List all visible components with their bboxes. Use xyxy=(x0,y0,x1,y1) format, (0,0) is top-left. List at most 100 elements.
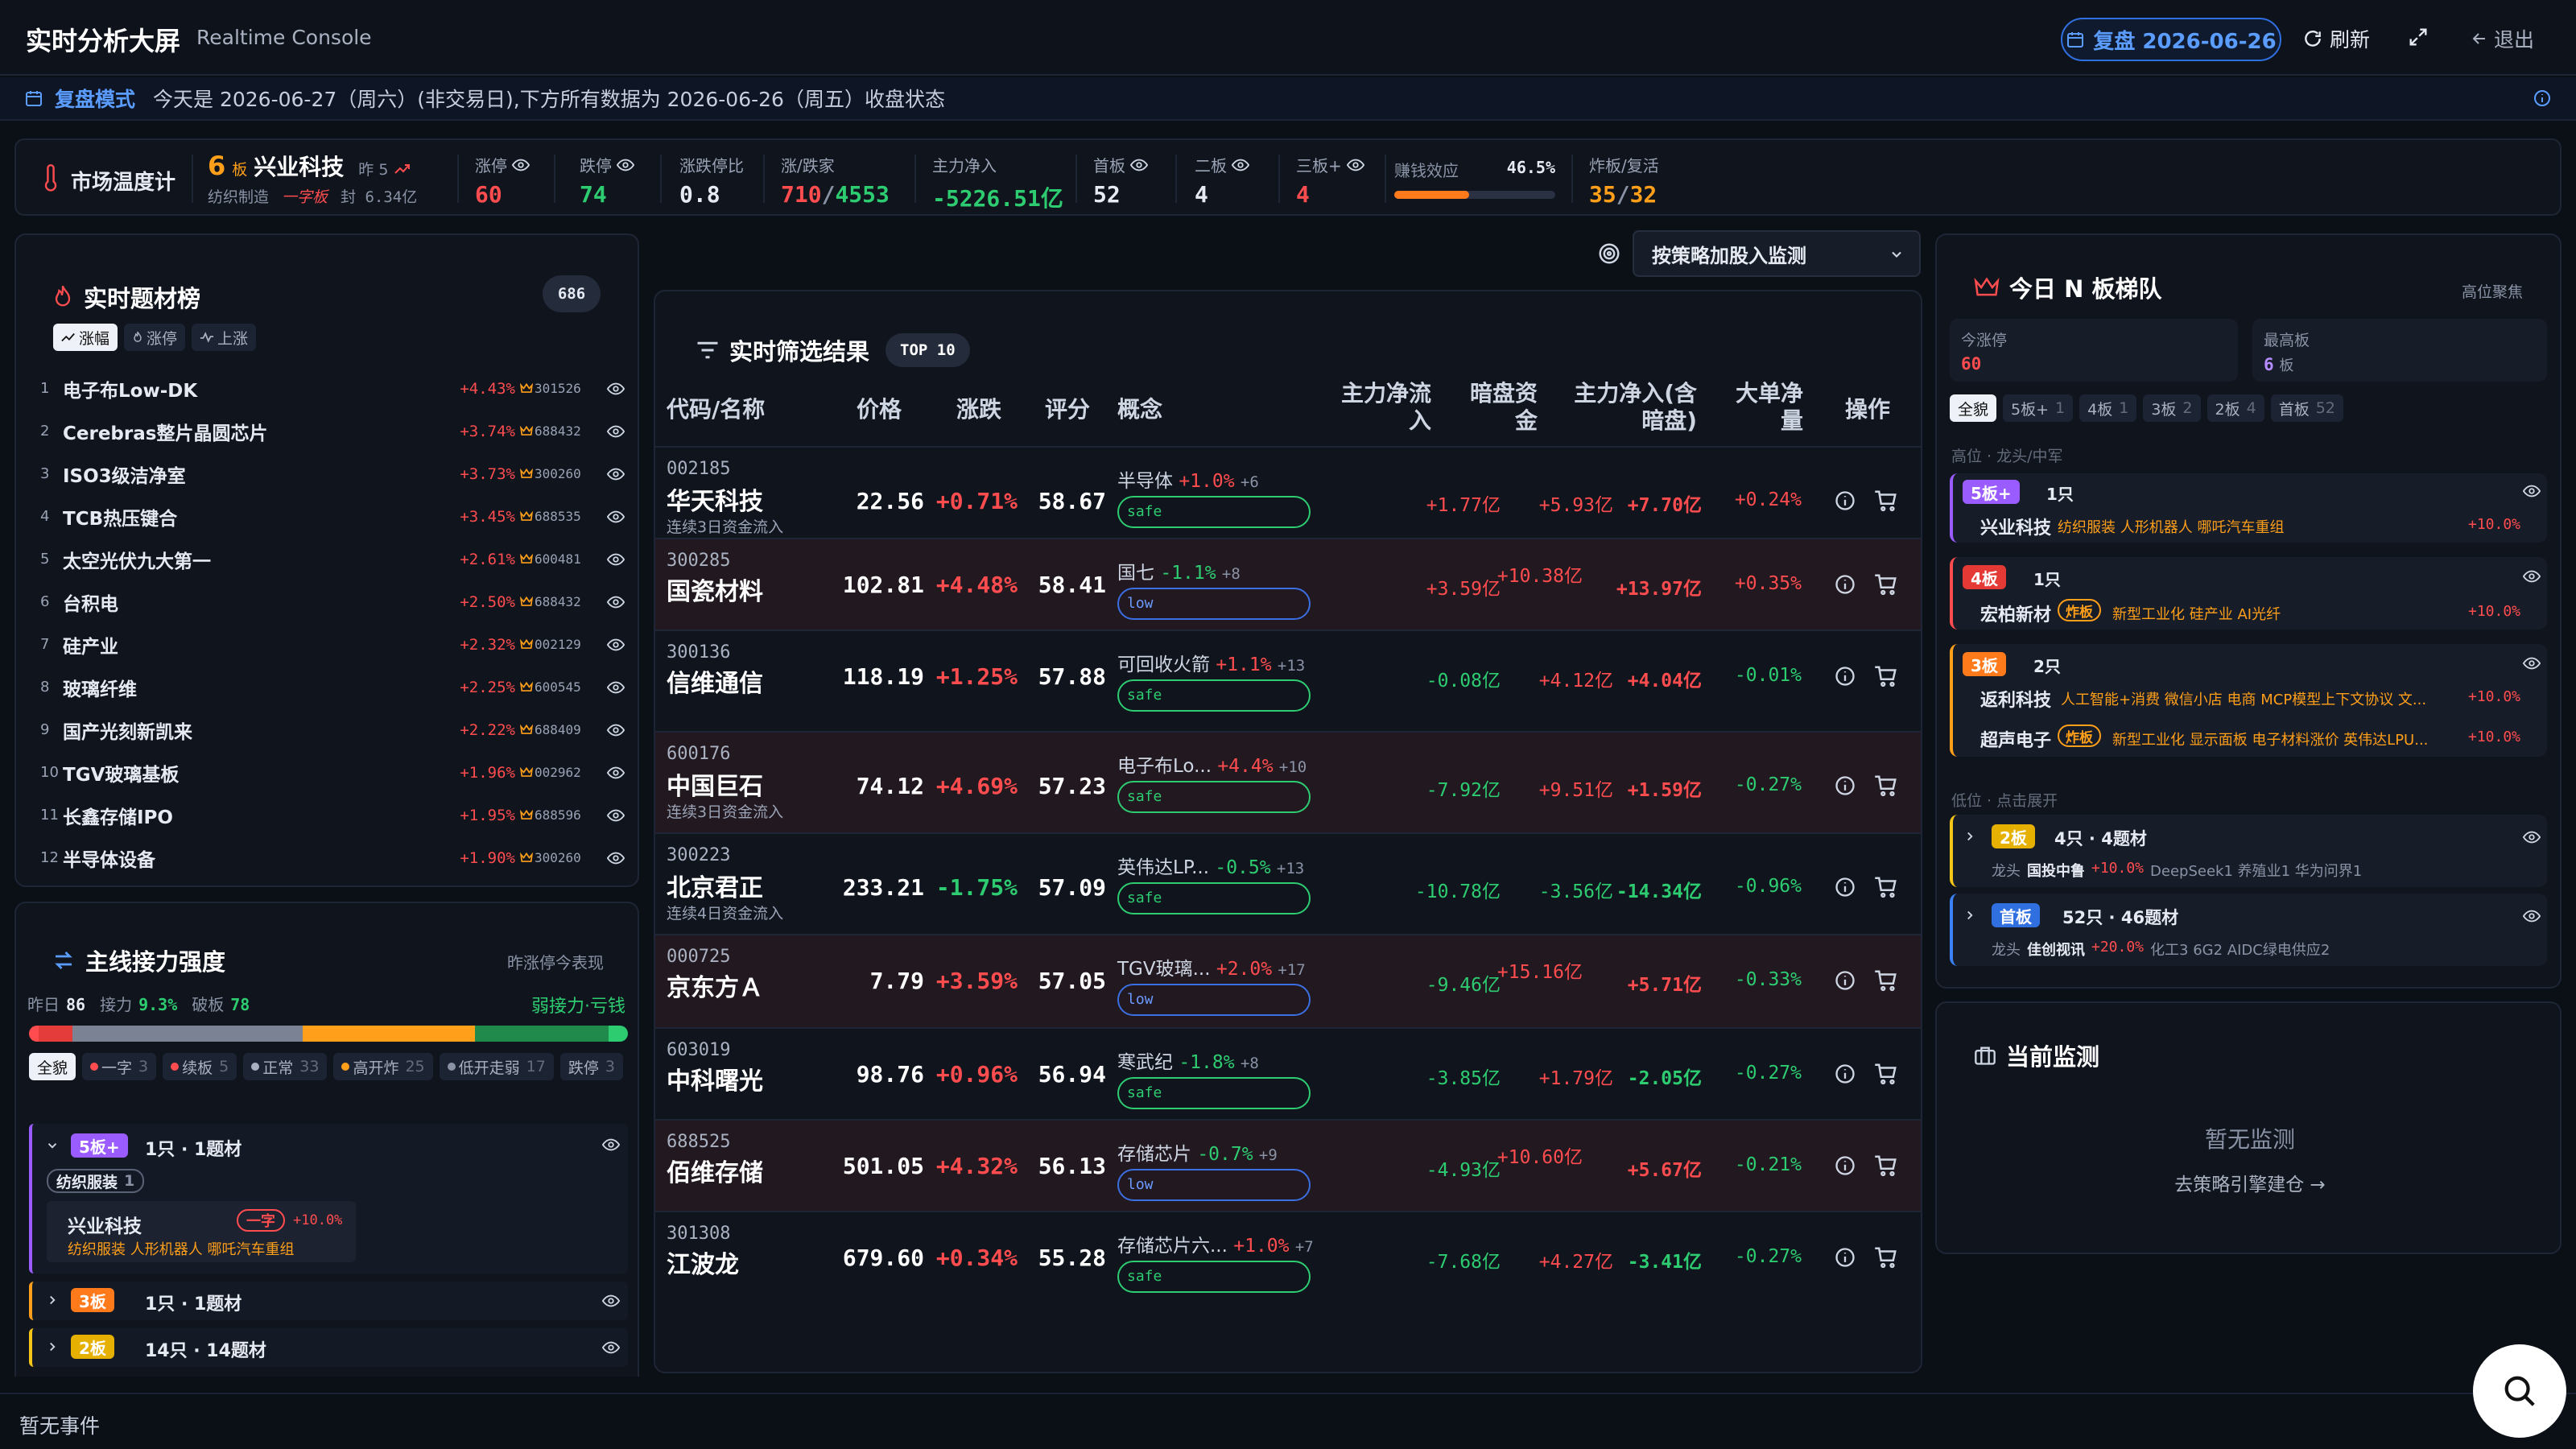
info-icon[interactable] xyxy=(1834,969,1856,992)
ladder-group-2[interactable]: 2板 4只 · 4题材 龙头 国投中鲁 +10.0% DeepSeek1 养殖业1 华… xyxy=(1950,815,2547,887)
ladder-stock-name[interactable]: 超声电子 xyxy=(1980,726,2051,752)
big-order-flow: -0.01% xyxy=(1734,665,1802,686)
ladder-tab[interactable]: 4板 1 xyxy=(2079,394,2137,422)
stock-change: +0.34% xyxy=(935,1245,1018,1271)
eye-icon[interactable] xyxy=(602,1341,620,1354)
stock-name[interactable]: 华天科技 xyxy=(667,481,763,517)
stock-name[interactable]: 中科曙光 xyxy=(667,1061,763,1096)
eye-icon[interactable] xyxy=(2523,831,2541,844)
info-icon[interactable] xyxy=(1834,1063,1856,1085)
stock-change: +1.25% xyxy=(935,663,1018,690)
ladder-leader-stock[interactable]: 佳创视讯 xyxy=(2027,939,2085,960)
cart-icon[interactable] xyxy=(1874,489,1898,512)
result-row[interactable]: 300223 北京君正 连续4日资金流入 233.21 -1.75% 57.09 英伟达LP… xyxy=(655,832,1921,934)
chevron-right-icon[interactable] xyxy=(1963,908,1977,923)
total-flow: +5.67亿 xyxy=(1627,1160,1702,1181)
result-row[interactable]: 300136 信维通信 118.19 +1.25% 57.88 可回收火箭 +1.1% +… xyxy=(655,630,1921,731)
concept-name: 寒武纪 xyxy=(1117,1052,1173,1073)
ladder-tab[interactable]: 2板 4 xyxy=(2207,394,2264,422)
monitor-link[interactable]: 去策略引擎建仓 → xyxy=(1937,1169,2560,1196)
stock-name[interactable]: 国瓷材料 xyxy=(667,572,763,607)
cart-icon[interactable] xyxy=(1874,1063,1898,1085)
big-order-flow: -0.27% xyxy=(1734,1246,1802,1267)
ladder-tab[interactable]: 全貌 xyxy=(1950,394,1997,422)
stock-name[interactable]: 信维通信 xyxy=(667,663,763,699)
info-icon[interactable] xyxy=(1834,489,1856,512)
ladder-stock-count: 4只 xyxy=(2054,829,2083,848)
ladder-group-4[interactable]: 4板 1只 宏柏新材 炸板 新型工业化 硅产业 AI光纤 +10.0% xyxy=(1950,557,2547,630)
stock-name[interactable]: 中国巨石 xyxy=(667,766,763,802)
stock-name[interactable]: 京东方Ａ xyxy=(667,968,763,1003)
ladder-tab[interactable]: 5板+ 1 xyxy=(2003,394,2074,422)
info-icon[interactable] xyxy=(1834,876,1856,898)
ladder-count: 4只 · 4题材 xyxy=(2054,829,2147,848)
result-row[interactable]: 688525 佰维存储 501.05 +4.32% 56.13 存储芯片 -0.7% +9… xyxy=(655,1119,1921,1211)
total-flow: +4.04亿 xyxy=(1627,671,1702,691)
stock-code: 300136 xyxy=(667,642,731,663)
ladder-theme-count: 46题材 xyxy=(2120,908,2179,927)
info-icon[interactable] xyxy=(1834,665,1856,687)
result-row[interactable]: 301308 江波龙 679.60 +0.34% 55.28 存储芯片六... +1.0%… xyxy=(655,1211,1921,1298)
ladder-broken-tag: 炸板 xyxy=(2058,724,2101,747)
eye-icon[interactable] xyxy=(2523,570,2541,583)
search-button[interactable] xyxy=(2473,1344,2566,1438)
cart-icon[interactable] xyxy=(1874,665,1898,687)
chevron-right-icon[interactable] xyxy=(1963,829,1977,844)
info-icon[interactable] xyxy=(1834,573,1856,596)
cart-icon[interactable] xyxy=(1874,573,1898,596)
info-icon[interactable] xyxy=(1834,1246,1856,1269)
ladder-tab[interactable]: 3板 2 xyxy=(2143,394,2201,422)
result-row[interactable]: 603019 中科曙光 98.76 +0.96% 56.94 寒武纪 -1.8% +8 sa… xyxy=(655,1027,1921,1119)
result-row[interactable]: 000725 京东方Ａ 7.79 +3.59% 57.05 TGV玻璃... +2.0% … xyxy=(655,934,1921,1027)
ladder-stock-name[interactable]: 兴业科技 xyxy=(1980,514,2051,539)
big-order-flow: -0.96% xyxy=(1734,876,1802,897)
stock-change: +0.96% xyxy=(935,1061,1018,1088)
eye-icon[interactable] xyxy=(2523,657,2541,670)
relay-group-2[interactable]: 2板 14只 · 14题材 xyxy=(29,1328,628,1367)
cart-icon[interactable] xyxy=(1874,876,1898,898)
event-bar: 暂无事件 xyxy=(0,1393,2576,1449)
eye-icon[interactable] xyxy=(2523,910,2541,923)
result-row[interactable]: 600176 中国巨石 连续3日资金流入 74.12 +4.69% 57.23 电子布Lo.… xyxy=(655,731,1921,832)
concept-change: +1.0% xyxy=(1179,471,1235,492)
stock-price: 501.05 xyxy=(842,1153,924,1179)
stock-name[interactable]: 北京君正 xyxy=(667,868,763,903)
ladder-stock-name[interactable]: 返利科技 xyxy=(1980,686,2051,712)
concept-line: 存储芯片六... +1.0% +7 xyxy=(1117,1230,1314,1257)
main-flow: -9.46亿 xyxy=(1426,975,1501,996)
ladder-group-1[interactable]: 首板 52只 · 46题材 龙头 佳创视讯 +20.0% 化工3 6G2 AIDC绿电… xyxy=(1950,894,2547,966)
concept-plus: +9 xyxy=(1258,1146,1278,1164)
ladder-tab[interactable]: 首板 52 xyxy=(2270,394,2343,422)
ladder-group-5plus[interactable]: 5板+ 1只 兴业科技 纺织服装 人形机器人 哪吒汽车重组 +10.0% xyxy=(1950,473,2547,543)
risk-pill: low xyxy=(1117,1169,1311,1201)
big-order-flow: -0.21% xyxy=(1734,1154,1802,1175)
ladder-leader-stock[interactable]: 国投中鲁 xyxy=(2027,860,2085,881)
ladder-level: 4板 xyxy=(1963,565,2006,589)
total-flow: +5.71亿 xyxy=(1627,975,1702,996)
ladder-stock-name[interactable]: 宏柏新材 xyxy=(1980,601,2051,626)
chevron-right-icon[interactable] xyxy=(45,1340,60,1354)
concept-line: 英伟达LP... -0.5% +13 xyxy=(1117,852,1304,879)
cart-icon[interactable] xyxy=(1874,774,1898,797)
eye-icon[interactable] xyxy=(2523,485,2541,497)
max-board-card: 最高板 6 板 xyxy=(2252,319,2547,382)
info-icon[interactable] xyxy=(1834,774,1856,797)
info-icon[interactable] xyxy=(1834,1154,1856,1177)
total-flow: -2.05亿 xyxy=(1627,1068,1702,1089)
cart-icon[interactable] xyxy=(1874,969,1898,992)
cart-icon[interactable] xyxy=(1874,1154,1898,1177)
result-row[interactable]: 300285 国瓷材料 102.81 +4.48% 58.41 国七 -1.1% +8 lo… xyxy=(655,538,1921,630)
briefcase-icon xyxy=(1974,1045,1996,1066)
big-order-flow: -0.27% xyxy=(1734,1063,1802,1084)
ladder-group-3[interactable]: 3板 2只 返利科技 人工智能+消费 微信小店 电商 MCP模型上下文协议 文.… xyxy=(1950,644,2547,757)
search-icon xyxy=(2501,1373,2538,1410)
result-row[interactable]: 002185 华天科技 连续3日资金流入 22.56 +0.71% 58.67 半导体 +1… xyxy=(655,446,1921,538)
stock-score: 57.09 xyxy=(1038,874,1106,901)
stock-name[interactable]: 佰维存储 xyxy=(667,1153,763,1188)
concept-change: -0.7% xyxy=(1197,1144,1253,1165)
stock-name[interactable]: 江波龙 xyxy=(667,1245,739,1280)
risk-pill: low xyxy=(1117,588,1311,620)
ladder-focus-link[interactable]: 高位聚焦 xyxy=(2462,280,2523,302)
big-order-flow: +0.24% xyxy=(1734,489,1802,510)
cart-icon[interactable] xyxy=(1874,1246,1898,1269)
